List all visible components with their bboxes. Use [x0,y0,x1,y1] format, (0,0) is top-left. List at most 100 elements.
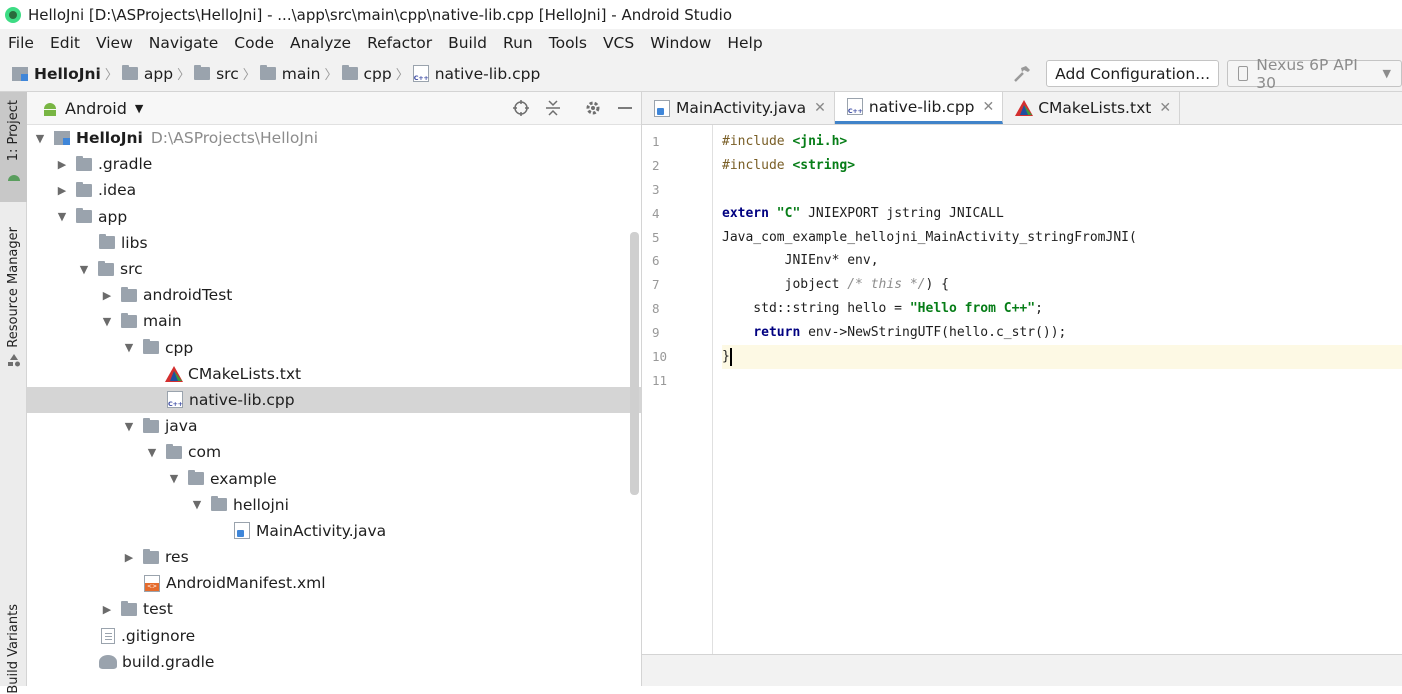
folder-icon [259,65,276,80]
folder-icon [121,312,137,328]
collapse-all-icon[interactable] [543,98,563,118]
menu-code[interactable]: Code [226,34,282,52]
cmake-icon [165,365,183,382]
chevron-down-icon[interactable]: ▼ [99,315,115,328]
chevron-down-icon[interactable]: ▼ [121,341,137,354]
line-number: 11 [652,372,668,388]
tree-item[interactable]: ▶ .idea [27,177,627,203]
close-icon[interactable]: ✕ [814,100,826,116]
menu-build[interactable]: Build [440,34,495,52]
code-editor[interactable]: #include <jni.h> #include <string> exter… [722,130,1402,393]
locate-icon[interactable] [511,98,531,118]
cpp-file-icon: C++ [167,391,183,409]
chevron-right-icon[interactable]: ▶ [121,551,137,564]
chevron-down-icon[interactable]: ▼ [32,132,48,145]
chevron-down-icon[interactable]: ▼ [135,102,143,115]
menu-run[interactable]: Run [495,34,541,52]
minimize-icon[interactable] [615,98,635,118]
chevron-right-icon: 〉 [395,68,409,83]
line-number-gutter: 1 2 3 4 5 6 7 8 9 10 11 [642,125,713,654]
close-icon[interactable]: ✕ [983,99,995,115]
project-view-selector[interactable]: Android [65,99,127,118]
menu-vcs[interactable]: VCS [595,34,642,52]
device-label: Nexus 6P API 30 [1256,55,1358,92]
breadcrumb: HelloJni 〉 app 〉 src 〉 main 〉 cpp 〉 C++ … [0,56,540,91]
chevron-right-icon[interactable]: ▶ [54,158,70,171]
java-file-icon [654,99,670,117]
tab-mainactivity-java[interactable]: MainActivity.java ✕ [642,92,835,124]
close-icon[interactable]: ✕ [1159,100,1171,116]
cpp-file-icon: C++ [846,98,863,115]
tree-item[interactable]: ▼ com [27,439,627,465]
tool-tab-build-variants[interactable]: Build Variants [0,604,27,694]
gear-icon[interactable] [583,98,603,118]
chevron-right-icon[interactable]: ▶ [54,184,70,197]
tab-cmakelists-txt[interactable]: CMakeLists.txt ✕ [1003,92,1181,124]
chevron-down-icon[interactable]: ▼ [54,210,70,223]
tree-item[interactable]: ▶ androidTest [27,282,627,308]
menu-tools[interactable]: Tools [541,34,595,52]
breadcrumb-item-main[interactable]: main [259,56,320,91]
tab-native-lib-cpp[interactable]: C++ native-lib.cpp ✕ [834,92,1004,124]
chevron-down-icon[interactable]: ▼ [144,446,160,459]
tree-item[interactable]: ▼ java [27,413,627,439]
tree-item[interactable]: .gitignore [27,623,627,649]
breadcrumb-item-native-lib[interactable]: C++ native-lib.cpp [412,56,540,91]
tree-item[interactable]: ▶ .gradle [27,151,627,177]
tree-item[interactable]: build.gradle [27,649,627,675]
editor-tabs: MainActivity.java ✕ C++ native-lib.cpp ✕… [642,92,1402,125]
menu-view[interactable]: View [88,34,141,52]
tree-item[interactable]: ▶ test [27,596,627,622]
tree-item-selected[interactable]: C++ native-lib.cpp [27,386,641,414]
tree-item[interactable]: ▼ hellojni [27,492,627,518]
device-selector[interactable]: Nexus 6P API 30 ▼ [1227,56,1402,92]
tree-item[interactable]: libs [27,230,627,256]
cpp-file-icon: C++ [412,65,429,82]
folder-icon [121,286,137,302]
breadcrumb-item-cpp[interactable]: cpp [341,56,392,91]
project-tree-scrollbar[interactable] [630,232,639,495]
breadcrumb-item-app[interactable]: app [121,56,173,91]
chevron-down-icon[interactable]: ▼ [166,472,182,485]
chevron-down-icon[interactable]: ▼ [189,498,205,511]
folder-icon [143,548,159,564]
menu-edit[interactable]: Edit [42,34,88,52]
line-number: 9 [652,325,660,341]
tool-tab-resource-manager[interactable]: Resource Manager [0,227,27,371]
left-tool-stripe: 1: Project Resource Manager Build Varian… [0,92,27,694]
menu-file[interactable]: File [0,34,42,52]
folder-icon [76,181,92,197]
editor-area: MainActivity.java ✕ C++ native-lib.cpp ✕… [642,92,1402,686]
tree-item[interactable]: CMakeLists.txt [27,361,627,387]
tree-item[interactable]: MainActivity.java [27,518,627,544]
project-tree: ▼ HelloJni D:\ASProjects\HelloJni ▶ .gra… [27,125,641,675]
menu-help[interactable]: Help [719,34,770,52]
menu-analyze[interactable]: Analyze [282,34,359,52]
tree-item[interactable]: ▼ cpp [27,335,627,361]
folder-icon [166,443,182,459]
hammer-icon[interactable] [1012,64,1032,84]
tool-tab-project[interactable]: 1: Project [0,92,27,202]
tree-item[interactable]: ▼ example [27,465,627,491]
tree-item[interactable]: AndroidManifest.xml [27,570,627,596]
breadcrumb-item-hellojni[interactable]: HelloJni [12,56,101,91]
android-studio-icon [4,6,22,24]
chevron-down-icon[interactable]: ▼ [76,263,92,276]
tree-item[interactable]: ▼ app [27,204,627,230]
tree-item[interactable]: ▼ HelloJni D:\ASProjects\HelloJni [27,125,627,151]
tree-item[interactable]: ▶ res [27,544,627,570]
chevron-right-icon[interactable]: ▶ [99,289,115,302]
folder-icon [98,260,114,276]
code-line: jobject /* this */) { [722,277,949,293]
chevron-right-icon: 〉 [177,68,191,83]
menu-navigate[interactable]: Navigate [141,34,227,52]
menu-refactor[interactable]: Refactor [359,34,440,52]
add-configuration-button[interactable]: Add Configuration... [1046,60,1219,87]
tree-item[interactable]: ▼ src [27,256,627,282]
chevron-right-icon[interactable]: ▶ [99,603,115,616]
chevron-down-icon[interactable]: ▼ [121,420,137,433]
tree-item[interactable]: ▼ main [27,308,627,334]
menu-window[interactable]: Window [642,34,719,52]
breadcrumb-item-src[interactable]: src [194,56,239,91]
